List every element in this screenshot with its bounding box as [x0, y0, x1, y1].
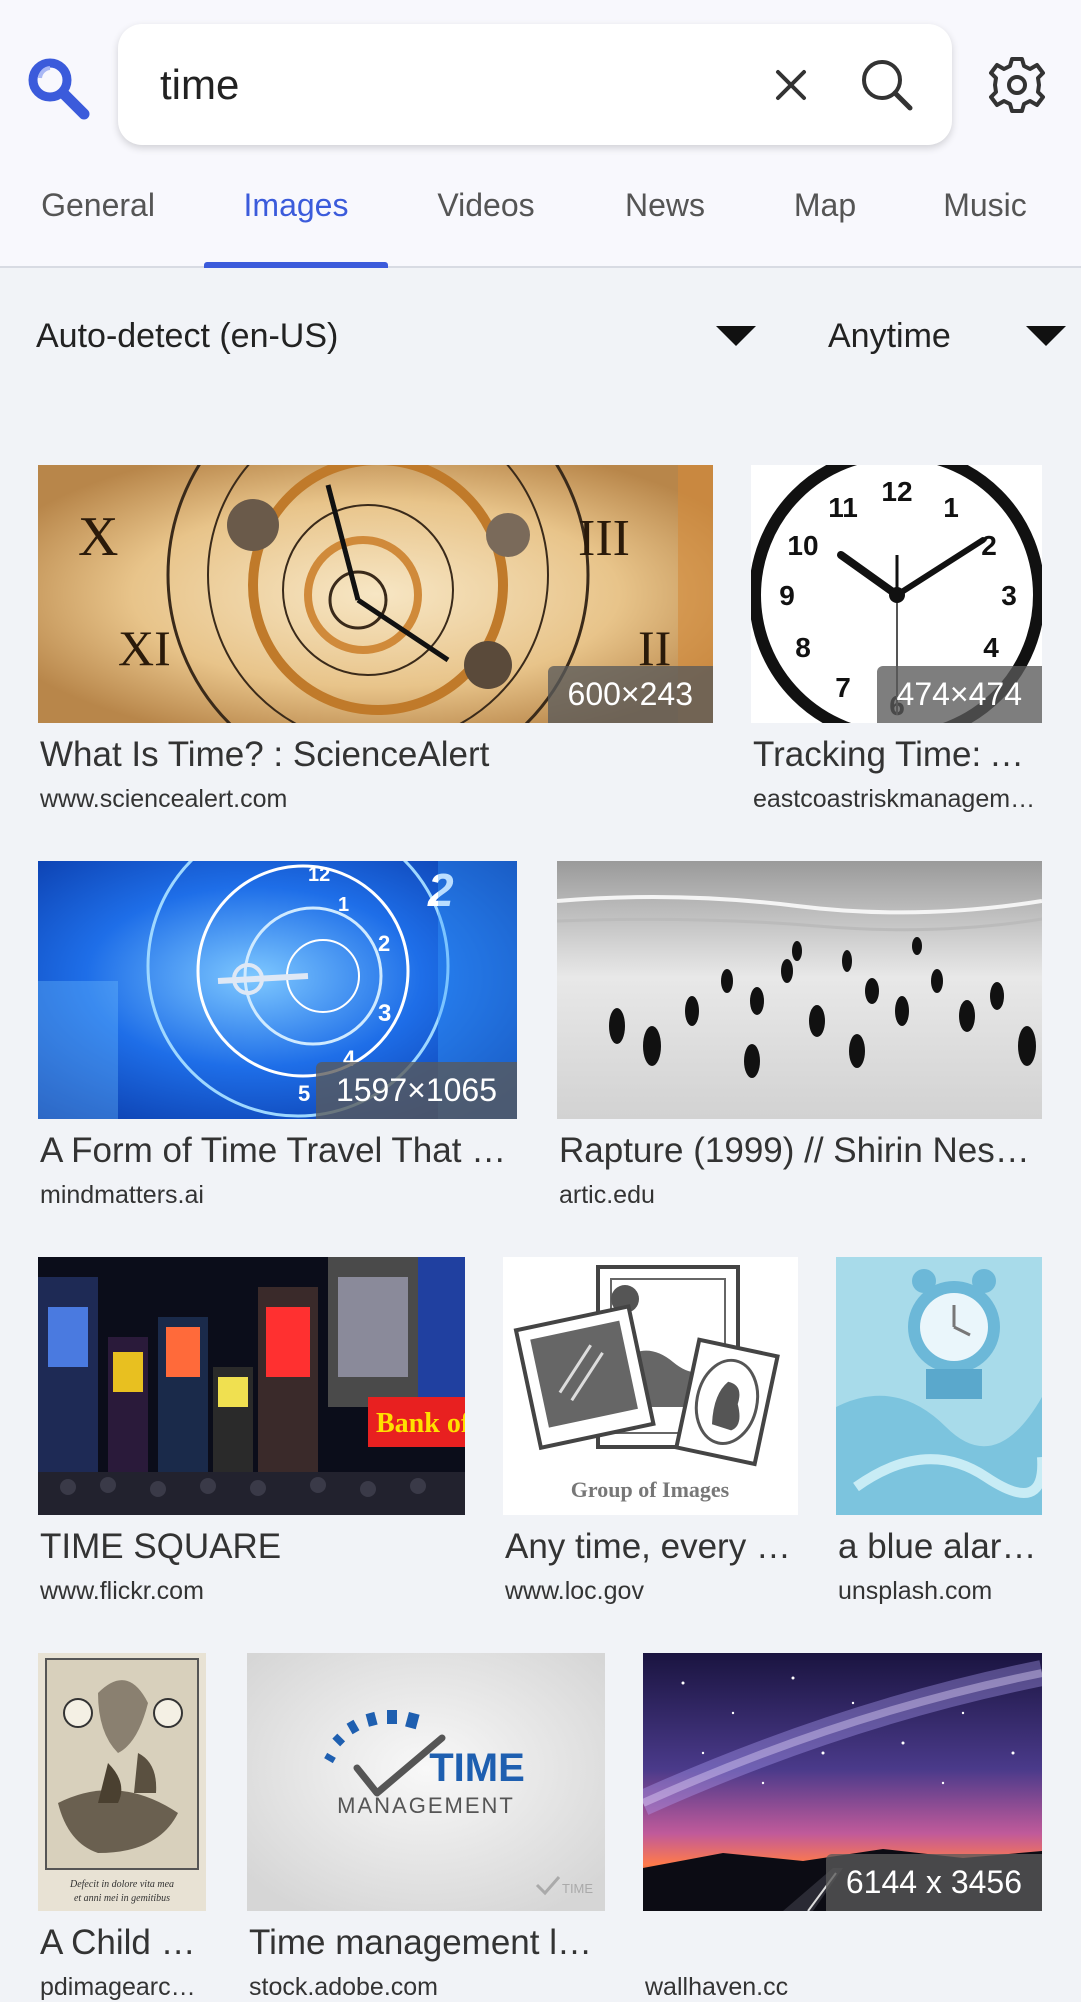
- tab-videos[interactable]: Videos: [434, 168, 538, 266]
- result-source: pdimagearchive.org: [40, 1973, 206, 2001]
- chevron-down-icon[interactable]: [1026, 326, 1066, 346]
- svg-text:XI: XI: [118, 620, 171, 676]
- image-result: X XI III II 600×243 What Is Time? : Scie…: [38, 465, 713, 825]
- result-source: eastcoastriskmanagement.com: [753, 785, 1044, 813]
- svg-text:8: 8: [795, 632, 811, 663]
- image-result: 2 12 1 2 3 4 5 1597×1065 A Form of Time …: [38, 861, 517, 1221]
- result-title[interactable]: TIME SQUARE: [40, 1527, 465, 1567]
- placeholder-caption: Group of Images: [571, 1477, 730, 1502]
- search-icon[interactable]: [856, 54, 916, 114]
- tab-news[interactable]: News: [620, 168, 710, 266]
- result-thumbnail[interactable]: [557, 861, 1042, 1119]
- image-result: a blue alarm clock unsplash.com: [836, 1257, 1042, 1617]
- svg-text:9: 9: [779, 580, 795, 611]
- svg-text:1: 1: [338, 894, 349, 916]
- result-source: artic.edu: [559, 1181, 655, 1209]
- image-dimensions: 6144 x 3456: [825, 1854, 1042, 1911]
- image-dimensions: 600×243: [547, 666, 713, 723]
- result-source: stock.adobe.com: [249, 1973, 438, 2001]
- result-title[interactable]: Time management logo: [249, 1923, 605, 1963]
- tab-general[interactable]: General: [38, 168, 158, 266]
- svg-text:X: X: [78, 506, 118, 568]
- svg-text:1: 1: [943, 492, 959, 523]
- search-logo-icon[interactable]: [22, 52, 92, 122]
- tab-bar: General Images Videos News Map Music: [0, 168, 1081, 268]
- search-input[interactable]: [158, 54, 702, 116]
- result-thumbnail[interactable]: 12 1 2 3 4 11 10 9 8 7 6 474×474: [751, 465, 1042, 723]
- svg-text:3: 3: [378, 1000, 391, 1027]
- svg-text:Defecit in dolore vita mea: Defecit in dolore vita mea: [69, 1879, 174, 1890]
- result-title[interactable]: What Is Time? : ScienceAlert: [40, 735, 710, 775]
- tab-map[interactable]: Map: [790, 168, 860, 266]
- result-source: wallhaven.cc: [645, 1973, 789, 2001]
- result-thumbnail[interactable]: Defecit in dolore vita mea et anni mei i…: [38, 1653, 206, 1911]
- image-result: Bank of Ame TIME SQUARE www.flickr.com: [38, 1257, 465, 1617]
- svg-text:et anni mei in gemitibus: et anni mei in gemitibus: [74, 1893, 170, 1904]
- svg-text:10: 10: [787, 530, 818, 561]
- svg-text:4: 4: [983, 632, 999, 663]
- image-dimensions: 474×474: [876, 666, 1042, 723]
- result-title[interactable]: Tracking Time: A Guide for Business Owne…: [753, 735, 1044, 775]
- image-result: Rapture (1999) // Shirin Neshat artic.ed…: [557, 861, 1042, 1221]
- result-title[interactable]: Any time, every time: [505, 1527, 798, 1567]
- svg-text:III: III: [578, 510, 630, 567]
- svg-text:2: 2: [981, 530, 997, 561]
- svg-text:Bank of Ame: Bank of Ame: [376, 1408, 465, 1439]
- result-title[interactable]: a blue alarm clock: [838, 1527, 1042, 1567]
- svg-text:12: 12: [881, 476, 912, 507]
- svg-text:7: 7: [835, 672, 851, 703]
- result-source: www.flickr.com: [40, 1577, 204, 1605]
- result-title[interactable]: Rapture (1999) // Shirin Neshat: [559, 1131, 1042, 1171]
- svg-text:3: 3: [1001, 580, 1017, 611]
- logo-main-text: TIME: [429, 1746, 525, 1790]
- image-result: TIME MANAGEMENT TIME Time management log…: [247, 1653, 605, 2001]
- result-title[interactable]: A Child of Time: [40, 1923, 206, 1963]
- logo-sub-text: MANAGEMENT: [337, 1793, 515, 1818]
- result-thumbnail[interactable]: 2 12 1 2 3 4 5 1597×1065: [38, 861, 517, 1119]
- tab-images[interactable]: Images: [204, 168, 388, 268]
- search-box: [118, 24, 952, 145]
- result-thumbnail[interactable]: Bank of Ame: [38, 1257, 465, 1515]
- language-select[interactable]: Auto-detect (en-US): [36, 300, 716, 372]
- image-result: Defecit in dolore vita mea et anni mei i…: [38, 1653, 206, 2001]
- watermark-text: TIME: [562, 1881, 593, 1896]
- result-thumbnail[interactable]: [836, 1257, 1042, 1515]
- image-result: 6144 x 3456 wallhaven.cc: [643, 1653, 1042, 2001]
- close-icon[interactable]: [766, 60, 816, 110]
- svg-text:5: 5: [298, 1081, 310, 1106]
- chevron-down-icon[interactable]: [716, 326, 756, 346]
- result-source: unsplash.com: [838, 1577, 993, 1605]
- image-result: Group of Images Any time, every time www…: [503, 1257, 798, 1617]
- image-result: 12 1 2 3 4 11 10 9 8 7 6 474×474 Trackin…: [751, 465, 1044, 825]
- result-thumbnail[interactable]: TIME MANAGEMENT TIME: [247, 1653, 605, 1911]
- result-source: mindmatters.ai: [40, 1181, 204, 1209]
- result-thumbnail[interactable]: 6144 x 3456: [643, 1653, 1042, 1911]
- svg-text:11: 11: [828, 492, 858, 523]
- result-source: www.sciencealert.com: [40, 785, 288, 813]
- result-thumbnail[interactable]: Group of Images: [503, 1257, 798, 1515]
- result-thumbnail[interactable]: X XI III II 600×243: [38, 465, 713, 723]
- result-source: www.loc.gov: [505, 1577, 644, 1605]
- tab-music[interactable]: Music: [940, 168, 1030, 266]
- result-title[interactable]: A Form of Time Travel That Works: [40, 1131, 517, 1171]
- svg-text:2: 2: [378, 931, 390, 956]
- gear-icon[interactable]: [986, 54, 1048, 116]
- header: General Images Videos News Map Music: [0, 0, 1081, 268]
- time-select[interactable]: Anytime: [828, 300, 988, 372]
- image-dimensions: 1597×1065: [315, 1062, 517, 1119]
- svg-text:12: 12: [308, 864, 330, 886]
